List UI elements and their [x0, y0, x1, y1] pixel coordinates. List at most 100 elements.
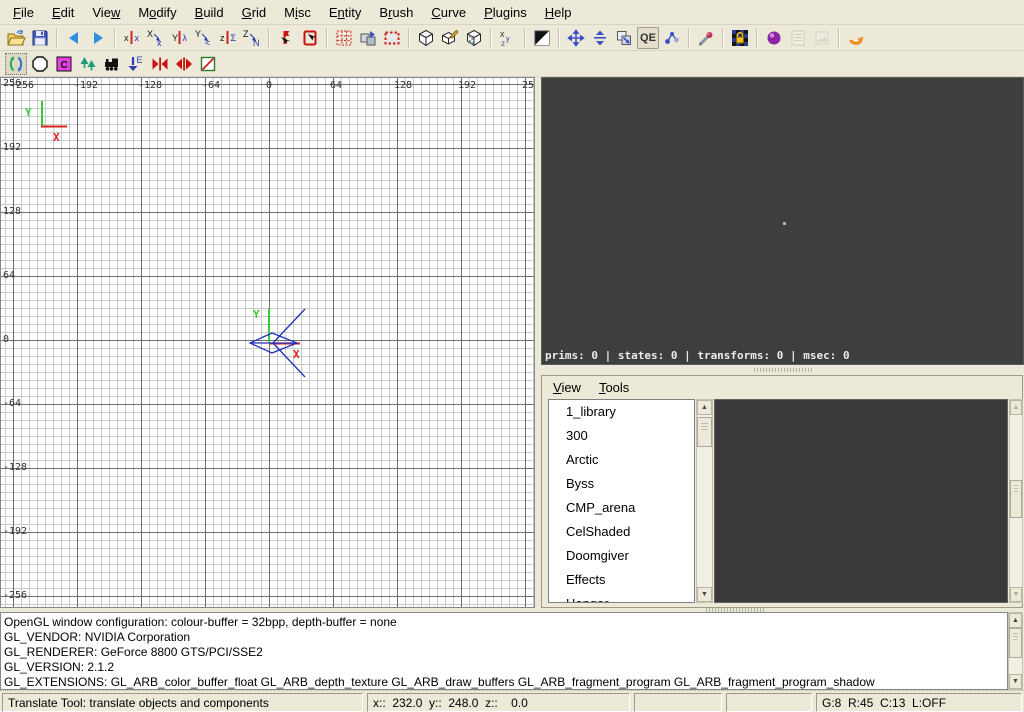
curve-refresh-button[interactable]: [845, 27, 867, 49]
vertex-edit-button[interactable]: [439, 27, 461, 49]
texture-browser-panel: ViewTools 1_library300ArcticByssCMP_aren…: [541, 375, 1023, 608]
octagon-brush-button[interactable]: [29, 53, 51, 75]
free-xyz-button[interactable]: xyz: [497, 27, 519, 49]
texture-cube-icon: [464, 28, 484, 48]
svg-text:Z: Z: [243, 29, 249, 39]
menu-file[interactable]: File: [4, 1, 43, 24]
qe-view-button[interactable]: QE: [637, 27, 659, 49]
folder-item[interactable]: CelShaded: [549, 520, 694, 544]
open-file-button[interactable]: [5, 27, 27, 49]
folder-list-scrollbar[interactable]: ▲ ▼: [696, 399, 713, 603]
cascade-view-button[interactable]: [613, 27, 635, 49]
undo-button[interactable]: [63, 27, 85, 49]
svg-text:<: <: [205, 38, 210, 48]
view-axis-indicator: Y X: [25, 101, 67, 144]
select-inside-button[interactable]: [299, 27, 321, 49]
texture-folder-list[interactable]: 1_library300ArcticByssCMP_arenaCelShaded…: [548, 399, 695, 603]
camera-viewport[interactable]: prims: 0 | states: 0 | transforms: 0 | m…: [541, 77, 1024, 365]
texture-preview[interactable]: [714, 399, 1008, 603]
save-file-button[interactable]: [29, 27, 51, 49]
folder-item[interactable]: Arctic: [549, 448, 694, 472]
menu-curve[interactable]: Curve: [422, 1, 475, 24]
texture-cube-button[interactable]: [463, 27, 485, 49]
ruler-x-label: -128: [138, 80, 162, 92]
rotate-z-button[interactable]: ZN: [241, 27, 263, 49]
brush-cube-button[interactable]: [415, 27, 437, 49]
folder-item[interactable]: 300: [549, 424, 694, 448]
drop-entity-button[interactable]: E: [125, 53, 147, 75]
select-touching-button[interactable]: [275, 27, 297, 49]
menu-build[interactable]: Build: [186, 1, 233, 24]
scroll-thumb[interactable]: [1009, 628, 1022, 658]
scroll-up-button[interactable]: ▲: [1010, 400, 1022, 415]
menu-brush[interactable]: Brush: [370, 1, 422, 24]
flip-view-button[interactable]: [589, 27, 611, 49]
menu-view[interactable]: View: [83, 1, 129, 24]
texture-lock-button[interactable]: [729, 27, 751, 49]
horizontal-splitter[interactable]: [541, 365, 1024, 375]
translate-tool-button[interactable]: [5, 53, 27, 75]
func-train-button[interactable]: [101, 53, 123, 75]
flip-y-button[interactable]: Yλ: [169, 27, 191, 49]
rotate-x-button[interactable]: Xx: [145, 27, 167, 49]
axis-y-label: Y: [25, 106, 32, 119]
ruler-x-label: -256: [10, 80, 34, 92]
grid-viewport[interactable]: -256-192-128-64064128192256 256192128640…: [0, 77, 535, 608]
ruler-y-label: -256: [3, 590, 27, 602]
menu-modify[interactable]: Modify: [129, 1, 185, 24]
airbrush-button[interactable]: [695, 27, 717, 49]
console-scrollbar[interactable]: ▲ ▼: [1008, 612, 1023, 690]
origin-axis-indicator: Y X: [253, 308, 300, 361]
inspector-menu-tools[interactable]: Tools: [590, 376, 638, 399]
menu-edit[interactable]: Edit: [43, 1, 83, 24]
status-cell-4: [726, 693, 812, 712]
ruler-y-label: 192: [3, 142, 21, 154]
scroll-up-button[interactable]: ▲: [1009, 613, 1022, 628]
flip-x-button[interactable]: xx: [121, 27, 143, 49]
caulk-texture-button[interactable]: C: [53, 53, 75, 75]
free-xyz-icon: xyz: [498, 28, 518, 48]
folder-item[interactable]: Doomgiver: [549, 544, 694, 568]
texture-scrollbar[interactable]: ▲ ▼: [1009, 399, 1023, 603]
bevel-cap-button[interactable]: [173, 53, 195, 75]
select-area-button[interactable]: [381, 27, 403, 49]
model-trees-button[interactable]: [77, 53, 99, 75]
menu-grid[interactable]: Grid: [233, 1, 276, 24]
light-entity-button[interactable]: [763, 27, 785, 49]
menu-plugins[interactable]: Plugins: [475, 1, 536, 24]
console-output[interactable]: OpenGL window configuration: colour-buff…: [0, 612, 1008, 690]
flip-z-button[interactable]: zΣ: [217, 27, 239, 49]
folder-item[interactable]: Byss: [549, 472, 694, 496]
folder-item[interactable]: Effects: [549, 568, 694, 592]
folder-item[interactable]: CMP_arena: [549, 496, 694, 520]
camera-icon[interactable]: [250, 309, 305, 377]
splitter-grip: [754, 368, 812, 372]
scroll-thumb[interactable]: [1010, 480, 1022, 518]
folder-item[interactable]: Hangar: [549, 592, 694, 603]
redo-button[interactable]: [87, 27, 109, 49]
svg-text:x: x: [124, 33, 129, 43]
folder-item[interactable]: 1_library: [549, 400, 694, 424]
translate-tool-icon: [6, 54, 26, 74]
qe-view-icon: QE: [638, 28, 658, 48]
scroll-thumb[interactable]: [697, 417, 712, 447]
toolbar-main: xxXxYλY<zΣZN xyz QE: [0, 25, 1024, 51]
svg-text:z: z: [220, 33, 225, 43]
csg-subtract-button[interactable]: [333, 27, 355, 49]
scroll-down-button[interactable]: ▼: [1010, 587, 1022, 602]
translate-view-button[interactable]: [565, 27, 587, 49]
rotate-y-button[interactable]: Y<: [193, 27, 215, 49]
gamma-button[interactable]: [531, 27, 553, 49]
menu-help[interactable]: Help: [536, 1, 581, 24]
menu-misc[interactable]: Misc: [275, 1, 320, 24]
end-cap-button[interactable]: [149, 53, 171, 75]
menu-entity[interactable]: Entity: [320, 1, 371, 24]
status-grid-info: G:8 R:45 C:13 L:OFF: [816, 693, 1022, 712]
region-disable-button[interactable]: [197, 53, 219, 75]
scroll-up-button[interactable]: ▲: [697, 400, 712, 415]
inspector-menu-view[interactable]: View: [544, 376, 590, 399]
entity-graph-button[interactable]: [661, 27, 683, 49]
csg-merge-button[interactable]: [357, 27, 379, 49]
scroll-down-button[interactable]: ▼: [1009, 674, 1022, 689]
scroll-down-button[interactable]: ▼: [697, 587, 712, 602]
